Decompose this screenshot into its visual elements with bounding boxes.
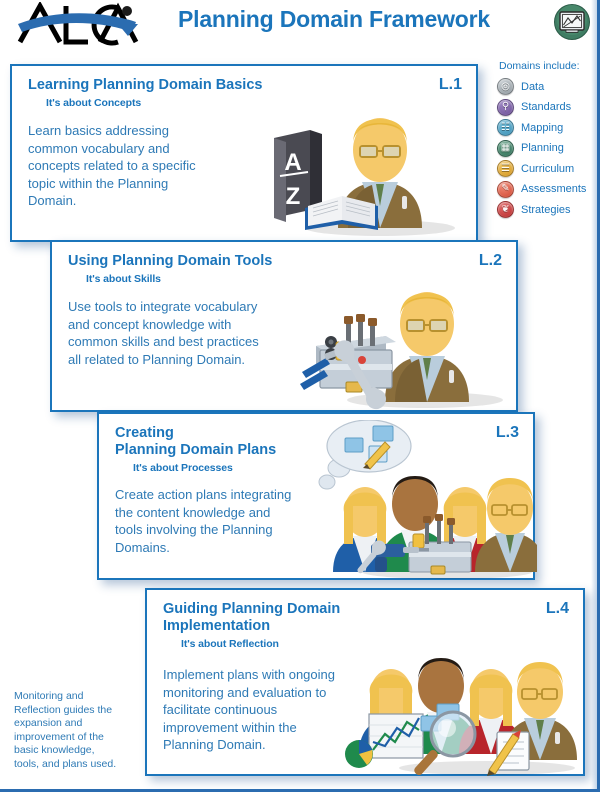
card-subtitle: It's about Reflection (181, 638, 279, 650)
legend-item-data[interactable]: ◎ Data (497, 77, 597, 96)
legend-title: Domains include: (499, 60, 580, 72)
page-title: Planning Domain Framework (178, 6, 490, 32)
legend-label: Data (521, 80, 545, 93)
level-card-4[interactable]: L.4 Guiding Planning Domain Implementati… (145, 588, 585, 776)
card-subtitle: It's about Concepts (46, 97, 142, 109)
legend-label: Curriculum (521, 162, 575, 175)
level-card-2[interactable]: L.2 Using Planning Domain Tools It's abo… (50, 240, 518, 412)
card-level-badge: L.1 (438, 76, 462, 93)
card-body: Use tools to integrate vocabulary and co… (68, 299, 259, 367)
assessments-icon: ✎ (497, 180, 514, 198)
assessments-icon-glyph: ✎ (501, 183, 510, 194)
legend-label: Standards (521, 101, 572, 113)
legend-item-mapping[interactable]: ☷ Mapping (497, 118, 597, 137)
alca-logo (14, 0, 142, 48)
data-icon: ◎ (497, 78, 514, 95)
card-subtitle: It's about Processes (133, 462, 233, 474)
planning-domain-icon (553, 3, 591, 41)
level-card-3[interactable]: L.3 Creating Planning Domain Plans It's … (97, 412, 545, 580)
legend-item-strategies[interactable]: ❦ Strategies (497, 200, 597, 219)
standards-icon-glyph: ⚲ (501, 101, 510, 112)
card-title: Learning Planning Domain Basics (28, 77, 263, 93)
planning-icon-glyph: ▦ (500, 142, 511, 153)
card-title: Guiding Planning Domain Implementation (163, 601, 341, 634)
legend-item-planning[interactable]: ▦ Planning (497, 139, 597, 158)
domains-legend: Domains include: ◎ Data ⚲ Standards ☷ Ma… (497, 60, 597, 221)
footer-note: Monitoring and Reflection guides the exp… (14, 690, 117, 770)
card-body: Learn basics addressing common vocabular… (28, 123, 196, 208)
header: Planning Domain Framework (0, 0, 597, 52)
legend-item-standards[interactable]: ⚲ Standards (497, 98, 597, 117)
legend-label: Mapping (521, 121, 564, 134)
card-title: Using Planning Domain Tools (68, 253, 273, 269)
card-level-badge: L.3 (495, 424, 519, 441)
legend-item-assessments[interactable]: ✎ Assessments (497, 180, 597, 199)
card-subtitle: It's about Skills (86, 273, 161, 285)
card-body: Create action plans integrating the cont… (115, 487, 292, 555)
level-card-1[interactable]: L.1 Learning Planning Domain Basics It's… (10, 64, 478, 242)
mapping-icon: ☷ (497, 119, 514, 136)
legend-label: Strategies (521, 203, 571, 216)
mapping-icon-glyph: ☷ (501, 121, 510, 133)
legend-label: Assessments (521, 183, 587, 195)
card-level-badge: L.2 (478, 252, 502, 269)
legend-item-curriculum[interactable]: ☰ Curriculum (497, 159, 597, 178)
poster-page: Planning Domain Framework Domains includ… (0, 0, 600, 792)
data-icon-glyph: ◎ (501, 80, 510, 92)
standards-icon: ⚲ (497, 98, 514, 116)
planning-icon: ▦ (497, 139, 514, 157)
legend-label: Planning (521, 142, 564, 154)
card-body: Implement plans with ongoing monitoring … (163, 667, 335, 752)
strategies-icon: ❦ (497, 201, 514, 218)
curriculum-icon: ☰ (497, 160, 514, 177)
card-level-badge: L.4 (545, 600, 569, 617)
strategies-icon-glyph: ❦ (501, 203, 510, 215)
card-title: Creating Planning Domain Plans (115, 425, 277, 458)
curriculum-icon-glyph: ☰ (501, 162, 510, 174)
